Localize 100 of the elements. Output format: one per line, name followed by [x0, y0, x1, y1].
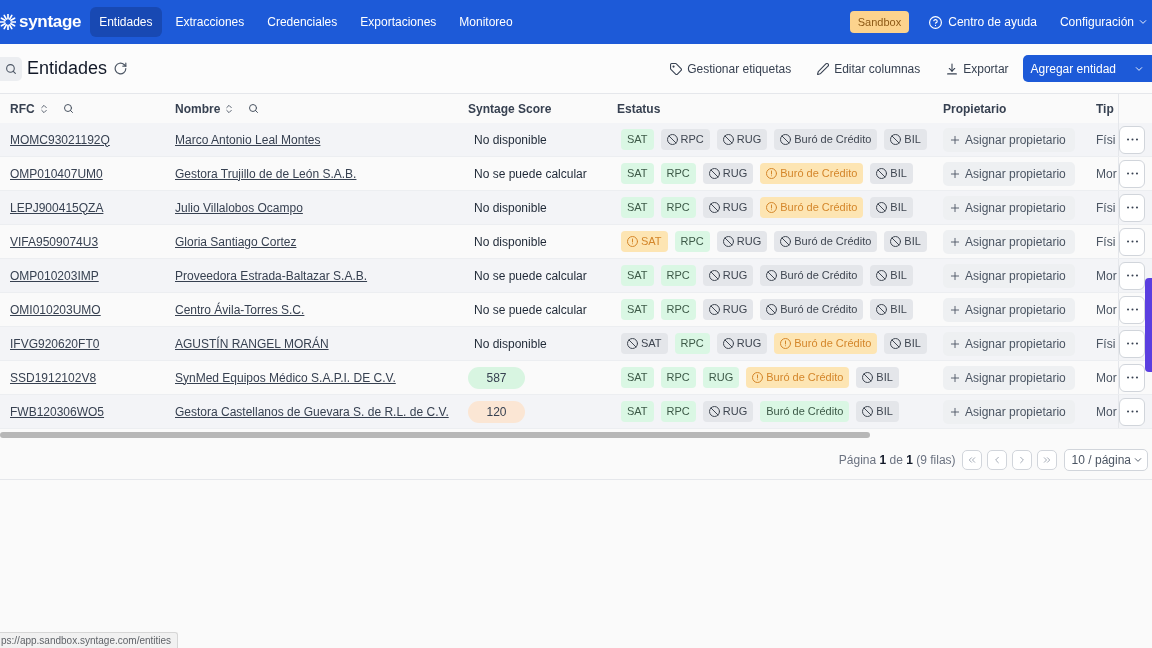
- assign-owner-button[interactable]: Asignar propietario: [943, 365, 1075, 390]
- entity-name-link[interactable]: Gestora Trujillo de de León S.A.B.: [175, 164, 357, 183]
- search-icon[interactable]: [62, 103, 74, 114]
- rfc-link[interactable]: OMI010203UMO: [10, 300, 101, 319]
- status-badge: RPC: [674, 333, 710, 354]
- status-badge: SAT: [621, 197, 654, 218]
- assign-owner-button[interactable]: Asignar propietario: [943, 331, 1075, 356]
- logo-text: syntage: [19, 11, 82, 34]
- page-size-select[interactable]: 10 / página: [1063, 449, 1148, 471]
- settings-menu[interactable]: Configuración: [1059, 13, 1148, 31]
- entity-name-link[interactable]: Gloria Santiago Cortez: [175, 232, 297, 251]
- scrollbar-thumb[interactable]: [0, 432, 870, 438]
- status-badge: RUG: [702, 163, 754, 184]
- ban-icon: [780, 236, 792, 247]
- warning-icon: [627, 236, 638, 247]
- assign-owner-button[interactable]: Asignar propietario: [943, 195, 1075, 220]
- export-button[interactable]: Exportar: [946, 59, 1009, 78]
- status-badge: RPC: [660, 401, 696, 422]
- tag-icon: [670, 62, 683, 75]
- rfc-link[interactable]: FWB120306WO5: [10, 402, 105, 421]
- ban-icon: [722, 134, 734, 145]
- more-icon: [1126, 172, 1138, 175]
- status-badge: RPC: [660, 197, 696, 218]
- nav-tab[interactable]: Extracciones: [166, 7, 254, 37]
- row-menu-button[interactable]: [1119, 397, 1145, 426]
- score-text: No disponible: [474, 335, 547, 353]
- entity-name-link[interactable]: Proveedora Estrada-Baltazar S.A.B.: [175, 266, 368, 285]
- type-text: Mor: [1096, 165, 1117, 183]
- rfc-link[interactable]: SSD1912102V8: [10, 368, 97, 387]
- edit-columns-button[interactable]: Editar columnas: [817, 59, 921, 78]
- refresh-icon: [114, 62, 128, 75]
- help-link[interactable]: Centro de ayuda: [929, 13, 1037, 31]
- ban-icon: [890, 236, 902, 247]
- status-badge: BIL: [884, 333, 927, 354]
- plus-icon: [950, 202, 960, 213]
- entity-name-link[interactable]: Centro Ávila-Torres S.C.: [175, 300, 305, 319]
- add-entity-dropdown[interactable]: [1126, 55, 1152, 82]
- row-menu-button[interactable]: [1119, 329, 1145, 358]
- next-page-button[interactable]: [1011, 450, 1032, 470]
- assign-owner-button[interactable]: Asignar propietario: [943, 297, 1075, 322]
- column-header: Tip: [1096, 100, 1114, 118]
- score-badge: 120: [468, 400, 525, 423]
- column-header: Estatus: [617, 100, 661, 118]
- rfc-link[interactable]: IFVG920620FT0: [10, 334, 100, 353]
- manage-tags-button[interactable]: Gestionar etiquetas: [670, 59, 792, 78]
- rfc-link[interactable]: VIFA9509074U3: [10, 232, 99, 251]
- ban-icon: [722, 236, 734, 247]
- rfc-link[interactable]: LEPJ900415QZA: [10, 198, 104, 217]
- add-entity-button[interactable]: Agregar entidad: [1022, 55, 1126, 82]
- rfc-link[interactable]: MOMC93021192Q: [10, 130, 110, 149]
- row-menu-button[interactable]: [1119, 193, 1145, 222]
- row-menu-button[interactable]: [1119, 227, 1145, 256]
- assign-owner-button[interactable]: Asignar propietario: [943, 263, 1075, 288]
- more-icon: [1126, 376, 1138, 379]
- assign-owner-button[interactable]: Asignar propietario: [943, 161, 1075, 186]
- assign-owner-button[interactable]: Asignar propietario: [943, 127, 1075, 152]
- refresh-button[interactable]: [114, 62, 128, 75]
- plus-icon: [950, 406, 960, 417]
- first-page-button[interactable]: [961, 450, 982, 470]
- rfc-link[interactable]: OMP010203IMP: [10, 266, 99, 285]
- row-menu-button[interactable]: [1119, 261, 1145, 290]
- row-menu-button[interactable]: [1119, 159, 1145, 188]
- status-badge: BIL: [856, 367, 899, 388]
- score-text: No disponible: [474, 199, 547, 217]
- entity-name-link[interactable]: Marco Antonio Leal Montes: [175, 130, 321, 149]
- entity-name-link[interactable]: Gestora Castellanos de Guevara S. de R.L. de C.V.: [175, 402, 449, 421]
- search-icon: [5, 62, 17, 75]
- type-text: Mor: [1096, 369, 1117, 387]
- nav-tab[interactable]: Credenciales: [258, 7, 347, 37]
- search-button[interactable]: [0, 56, 22, 81]
- assign-owner-button[interactable]: Asignar propietario: [943, 229, 1075, 254]
- more-icon: [1126, 308, 1138, 311]
- ban-icon: [627, 338, 638, 349]
- nav-tab[interactable]: Monitoreo: [450, 7, 522, 37]
- status-badge: SAT: [621, 129, 654, 150]
- plus-icon: [950, 338, 960, 349]
- assign-owner-button[interactable]: Asignar propietario: [943, 399, 1075, 424]
- type-text: Físi: [1096, 199, 1116, 217]
- nav-tab[interactable]: Exportaciones: [351, 7, 446, 37]
- sort-icon[interactable]: [224, 103, 235, 114]
- previous-page-button[interactable]: [986, 450, 1007, 470]
- warning-icon: [766, 202, 778, 213]
- search-icon[interactable]: [248, 103, 260, 114]
- nav-tab[interactable]: Entidades: [90, 7, 162, 37]
- ban-icon: [666, 134, 678, 145]
- row-menu-button[interactable]: [1119, 363, 1145, 392]
- plus-icon: [950, 372, 960, 383]
- entity-name-link[interactable]: Julio Villalobos Ocampo: [175, 198, 303, 217]
- entity-name-link[interactable]: AGUSTÍN RANGEL MORÁN: [175, 334, 329, 353]
- type-text: Físi: [1096, 233, 1116, 251]
- more-icon: [1126, 342, 1138, 345]
- last-page-button[interactable]: [1036, 450, 1057, 470]
- row-menu-button[interactable]: [1119, 295, 1145, 324]
- entity-name-link[interactable]: SynMed Equipos Médico S.A.P.I. DE C.V.: [175, 368, 396, 387]
- feedback-tab[interactable]: [1145, 278, 1152, 372]
- sort-icon[interactable]: [38, 103, 49, 114]
- chevron-down-icon: [1138, 17, 1148, 27]
- rfc-link[interactable]: OMP010407UM0: [10, 164, 103, 183]
- status-badge: RUG: [716, 231, 768, 252]
- row-menu-button[interactable]: [1119, 125, 1145, 154]
